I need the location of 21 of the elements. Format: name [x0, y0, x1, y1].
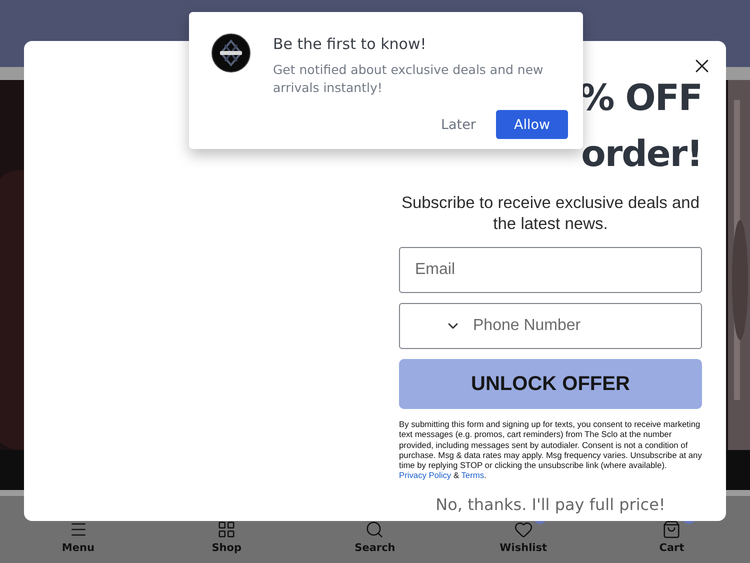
grid-icon — [217, 520, 236, 539]
subtitle: Subscribe to receive exclusive deals and the latest news. — [400, 193, 701, 235]
unlock-offer-button[interactable]: UNLOCK OFFER — [399, 359, 702, 409]
later-button[interactable]: Later — [439, 110, 478, 139]
logo-icon — [211, 33, 251, 73]
allow-button[interactable]: Allow — [496, 110, 568, 139]
email-field[interactable]: Email — [399, 247, 702, 293]
decline-link[interactable]: No, thanks. I'll pay full price! — [436, 494, 666, 514]
nav-item[interactable]: Search — [330, 520, 420, 554]
headline: order! — [581, 133, 702, 177]
phone-field[interactable]: Phone Number — [399, 303, 702, 349]
bag-icon — [662, 520, 682, 539]
notification-text: Get notified about exclusive deals and new arrivals instantly! — [273, 61, 544, 97]
privacy-link[interactable]: Privacy Policy — [399, 470, 452, 480]
disclaimer: By submitting this form and signing up for texts, you consent to receive marketing text messages (e.g. promos, cart reminders) from The Sclo at the number provided, including messages sent by autodialer. Consent is not a condition of purchase. Msg & data rates may apply. Msg frequency varies. Unsubscribe at any time by replying STOP or clicking the unsubscribe link (where available). Privacy Policy & Terms. — [399, 419, 702, 481]
notification-title: Be the first to know! — [273, 35, 428, 53]
nav-item[interactable]: Menu — [33, 520, 124, 554]
heart-icon — [514, 520, 533, 539]
terms-link[interactable]: Terms — [461, 470, 484, 480]
nav-item[interactable]: Shop — [182, 520, 272, 554]
search-icon — [365, 520, 384, 539]
